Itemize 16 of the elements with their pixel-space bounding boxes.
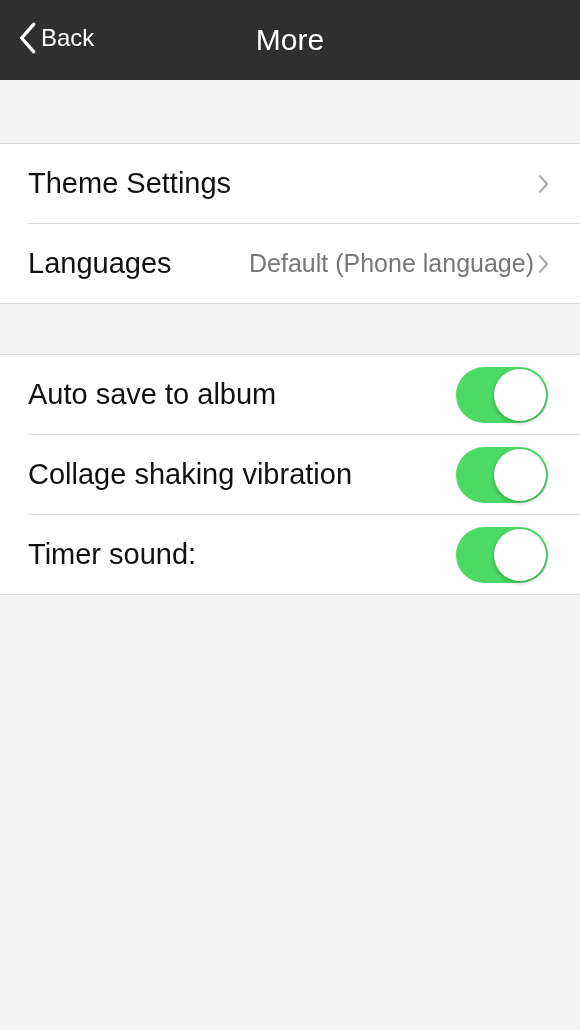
chevron-right-icon: [538, 174, 548, 193]
row-label: Theme Settings: [28, 167, 233, 200]
chevron-left-icon: [20, 22, 37, 54]
settings-row[interactable]: Theme Settings: [28, 144, 580, 224]
chevron-right-icon: [538, 254, 548, 273]
toggle-switch[interactable]: [456, 366, 548, 423]
page-title: More: [255, 23, 325, 57]
row-label: Languages: [28, 247, 173, 280]
row-value: Default (Phone language): [249, 249, 534, 278]
row-label: Collage shaking vibration: [28, 458, 354, 491]
settings-row[interactable]: Languages Default (Phone language): [28, 224, 580, 303]
toggle-switch[interactable]: [456, 526, 548, 583]
row-label: Auto save to album: [28, 378, 278, 411]
toggle-switch[interactable]: [456, 446, 548, 503]
row-label: Timer sound:: [28, 538, 198, 571]
back-button[interactable]: Back: [20, 22, 95, 54]
